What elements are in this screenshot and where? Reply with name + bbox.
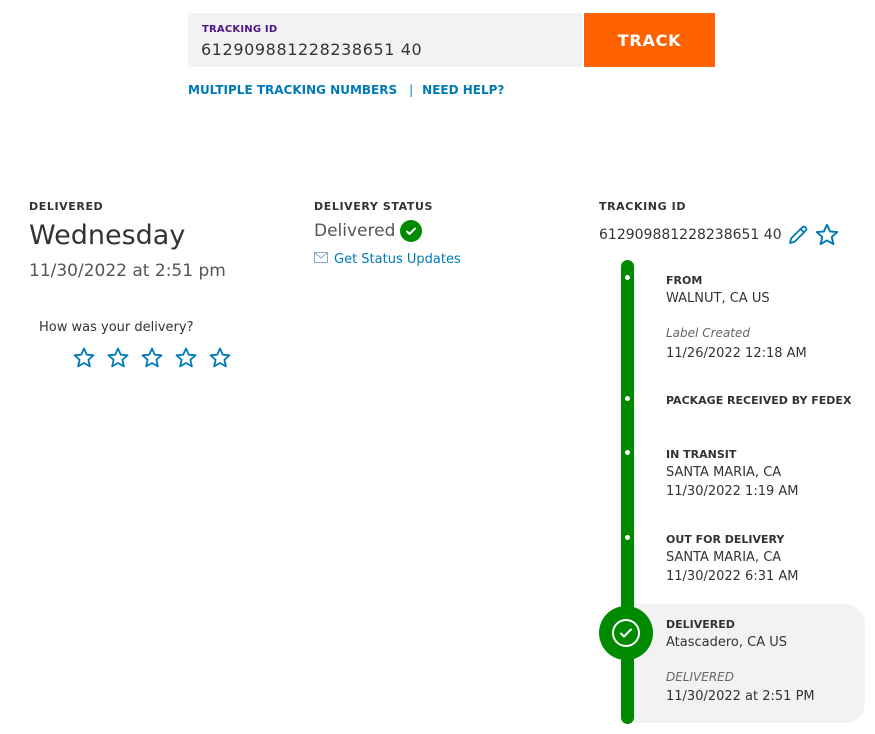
star-icon[interactable] bbox=[174, 346, 198, 370]
event-out-location: SANTA MARIA, CA bbox=[666, 550, 782, 565]
star-icon[interactable] bbox=[208, 346, 232, 370]
event-transit-title: IN TRANSIT bbox=[666, 448, 737, 461]
rating-stars bbox=[72, 346, 232, 370]
rating-prompt: How was your delivery? bbox=[39, 320, 194, 335]
get-status-updates-label: Get Status Updates bbox=[334, 252, 461, 267]
event-transit-time: 11/30/2022 1:19 AM bbox=[666, 484, 799, 499]
star-icon[interactable] bbox=[106, 346, 130, 370]
link-separator: | bbox=[409, 83, 414, 97]
event-delivered-note: DELIVERED bbox=[666, 670, 734, 684]
star-icon[interactable] bbox=[814, 222, 840, 248]
pencil-icon[interactable] bbox=[786, 223, 810, 247]
tracking-id-value: 612909881228238651 40 bbox=[599, 227, 782, 243]
tracking-id-heading: TRACKING ID bbox=[599, 200, 687, 213]
tracking-id-input[interactable] bbox=[201, 38, 561, 60]
event-transit-location: SANTA MARIA, CA bbox=[666, 465, 782, 480]
star-icon[interactable] bbox=[72, 346, 96, 370]
multiple-tracking-link[interactable]: MULTIPLE TRACKING NUMBERS bbox=[188, 83, 397, 97]
timeline-dot bbox=[625, 275, 630, 280]
check-circle-icon bbox=[400, 220, 423, 242]
event-delivered-title: DELIVERED bbox=[666, 618, 735, 631]
event-from-location: WALNUT, CA US bbox=[666, 291, 770, 306]
delivered-heading: DELIVERED bbox=[29, 200, 104, 213]
event-from-note: Label Created bbox=[666, 326, 750, 340]
event-from-title: FROM bbox=[666, 274, 703, 287]
track-button[interactable]: TRACK bbox=[584, 13, 715, 67]
delivery-status-heading: DELIVERY STATUS bbox=[314, 200, 434, 213]
delivery-status: Delivered bbox=[314, 220, 423, 242]
delivery-day: Wednesday bbox=[29, 220, 186, 251]
timeline-dot bbox=[625, 450, 630, 455]
need-help-link[interactable]: NEED HELP? bbox=[422, 83, 504, 97]
delivery-datetime: 11/30/2022 at 2:51 pm bbox=[29, 261, 226, 281]
event-received-title: PACKAGE RECEIVED BY FEDEX bbox=[666, 394, 852, 407]
event-delivered-location: Atascadero, CA US bbox=[666, 635, 788, 650]
event-from-time: 11/26/2022 12:18 AM bbox=[666, 346, 807, 361]
envelope-icon bbox=[314, 252, 328, 267]
timeline-dot bbox=[625, 535, 630, 540]
star-icon[interactable] bbox=[140, 346, 164, 370]
tracking-id-display: 612909881228238651 40 bbox=[599, 222, 840, 248]
tracking-id-field[interactable]: TRACKING ID bbox=[188, 13, 582, 67]
help-links: MULTIPLE TRACKING NUMBERS | NEED HELP? bbox=[188, 83, 504, 97]
get-status-updates-link[interactable]: Get Status Updates bbox=[314, 252, 461, 267]
delivered-check-icon bbox=[599, 606, 653, 660]
timeline-dot bbox=[625, 396, 630, 401]
event-out-time: 11/30/2022 6:31 AM bbox=[666, 569, 799, 584]
event-delivered-time: 11/30/2022 at 2:51 PM bbox=[666, 689, 815, 704]
delivery-status-value: Delivered bbox=[314, 221, 396, 241]
tracking-id-label: TRACKING ID bbox=[202, 24, 278, 35]
event-out-title: OUT FOR DELIVERY bbox=[666, 533, 785, 546]
